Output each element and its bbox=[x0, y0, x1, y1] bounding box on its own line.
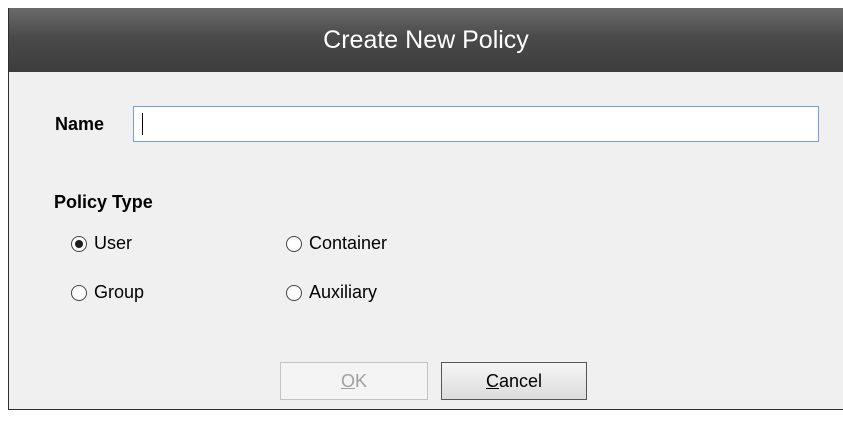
radio-auxiliary[interactable]: Auxiliary bbox=[286, 282, 377, 303]
ok-button[interactable]: OK bbox=[280, 362, 428, 400]
policy-type-label: Policy Type bbox=[54, 192, 153, 212]
radio-group-label: Group bbox=[94, 282, 145, 302]
dialog-content: Name Policy Type User Container Group Au… bbox=[9, 72, 843, 409]
ok-label-rest: K bbox=[355, 371, 368, 391]
radio-container[interactable]: Container bbox=[286, 233, 387, 254]
radio-checked-icon[interactable] bbox=[71, 235, 87, 252]
dialog-title: Create New Policy bbox=[9, 8, 843, 72]
name-label: Name bbox=[55, 114, 105, 134]
cancel-button[interactable]: Cancel bbox=[441, 362, 587, 400]
cancel-label-rest: ancel bbox=[498, 371, 543, 391]
radio-auxiliary-label: Auxiliary bbox=[309, 282, 378, 302]
ok-access-key: O bbox=[340, 371, 355, 391]
radio-user-label: User bbox=[94, 233, 133, 253]
radio-unchecked-icon[interactable] bbox=[71, 284, 87, 301]
cancel-access-key: C bbox=[485, 371, 499, 391]
radio-unchecked-icon[interactable] bbox=[286, 284, 302, 301]
radio-user[interactable]: User bbox=[71, 233, 132, 254]
radio-group[interactable]: Group bbox=[71, 282, 144, 303]
radio-unchecked-icon[interactable] bbox=[286, 235, 302, 252]
name-input[interactable] bbox=[133, 106, 819, 142]
create-policy-dialog: Create New Policy Name Policy Type User … bbox=[8, 8, 843, 410]
text-caret bbox=[142, 113, 143, 135]
radio-container-label: Container bbox=[309, 233, 388, 253]
